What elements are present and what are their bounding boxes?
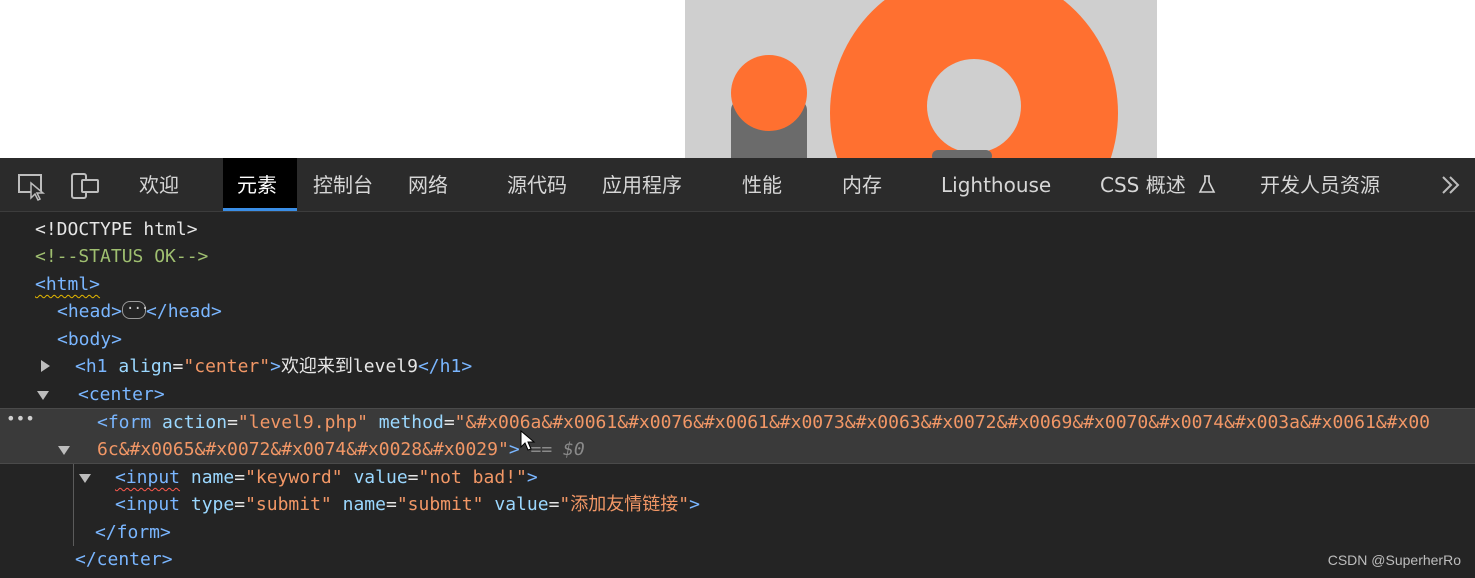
watermark: CSDN @SuperherRo <box>1327 552 1461 568</box>
form-node[interactable]: <form action="level9.php" method="&#x006… <box>97 409 1430 436</box>
form-node-wrap[interactable]: 6c&#x0065&#x0072&#x0074&#x0028&#x0029"> … <box>97 436 585 463</box>
form-eq1: = <box>227 412 238 433</box>
expand-head-icon[interactable] <box>41 360 50 372</box>
collapse-body-icon[interactable] <box>37 391 49 400</box>
input2-name-attr: name <box>342 494 386 515</box>
input1-eq1: = <box>234 467 246 488</box>
h1-eq: = <box>172 356 184 377</box>
form-action-attr: action <box>162 412 228 433</box>
input2-eq3: = <box>548 494 560 515</box>
form-gt: > <box>508 439 520 460</box>
tab-css-overview-label: CSS 概述 <box>1100 173 1186 197</box>
center-close-tag: </center> <box>75 549 173 570</box>
h1-gt: > <box>270 356 281 377</box>
doctype-text: <!DOCTYPE html> <box>35 219 198 240</box>
mouse-cursor-icon <box>520 430 536 451</box>
h1-node[interactable]: <h1 align="center">欢迎来到level9</h1> <box>75 353 472 380</box>
form-eq2: = <box>443 412 455 433</box>
select-element-icon[interactable] <box>17 171 47 201</box>
input2-value-attr: value <box>494 494 549 515</box>
tab-welcome[interactable]: 欢迎 <box>139 158 179 211</box>
devtools-panel: 欢迎 元素 控制台 网络 源代码 应用程序 性能 内存 Lighthouse C… <box>0 158 1475 578</box>
form-close-tag: </form> <box>95 522 171 543</box>
flask-icon <box>1198 175 1216 193</box>
tab-performance[interactable]: 性能 <box>742 158 782 211</box>
center-node[interactable]: <center> <box>78 381 165 408</box>
input1-eq2: = <box>407 467 419 488</box>
input-keyword-node[interactable]: <input name="keyword" value="not bad!"> <box>115 464 538 491</box>
input1-value-value: "not bad!" <box>418 467 527 488</box>
html-tag: <html> <box>35 274 101 295</box>
html-node[interactable]: <html> <box>35 271 100 298</box>
body-node[interactable]: <body> <box>57 326 122 353</box>
form-close-node[interactable]: </form> <box>95 519 171 546</box>
input1-name-value: "keyword" <box>245 467 343 488</box>
head-node[interactable]: <head> </head> <box>57 296 222 325</box>
input1-open: <input <box>115 467 181 488</box>
input1-name-attr: name <box>190 467 235 488</box>
h1-text: 欢迎来到level9 <box>280 356 418 377</box>
elements-tree: ••• <!DOCTYPE html> <!--STATUS OK--> <ht… <box>0 212 1475 578</box>
page-preview <box>0 0 1475 158</box>
input2-eq2: = <box>385 494 397 515</box>
tab-memory[interactable]: 内存 <box>842 158 882 211</box>
comment-node[interactable]: <!--STATUS OK--> <box>35 243 208 270</box>
indent-guide <box>73 464 74 546</box>
input2-value-value: "添加友情链接" <box>559 494 690 515</box>
devtools-toolbar: 欢迎 元素 控制台 网络 源代码 应用程序 性能 内存 Lighthouse C… <box>0 158 1475 212</box>
form-open: <form <box>97 412 152 433</box>
input2-name-value: "submit" <box>396 494 484 515</box>
collapse-form-icon[interactable] <box>79 474 91 483</box>
form-method-attr: method <box>378 412 444 433</box>
body-tag: <body> <box>57 329 123 350</box>
head-close-tag: </head> <box>146 301 222 322</box>
input2-type-attr: type <box>190 494 235 515</box>
input2-eq1: = <box>234 494 246 515</box>
tab-network[interactable]: 网络 <box>408 158 448 211</box>
input2-gt: > <box>689 494 700 515</box>
input1-gt: > <box>526 467 538 488</box>
h1-attr-value: "center" <box>183 356 271 377</box>
tab-application[interactable]: 应用程序 <box>602 158 682 211</box>
chevron-double-right-icon[interactable] <box>1438 172 1464 198</box>
input-submit-node[interactable]: <input type="submit" name="submit" value… <box>115 491 700 518</box>
center-open-tag: <center> <box>78 384 165 405</box>
tab-elements[interactable]: 元素 <box>223 158 297 211</box>
tab-developer-resources[interactable]: 开发人员资源 <box>1260 158 1380 211</box>
center-close-node[interactable]: </center> <box>75 546 173 573</box>
h1-attr-name: align <box>118 356 173 377</box>
h1-open: <h1 <box>75 356 108 377</box>
tab-lighthouse[interactable]: Lighthouse <box>941 158 1051 211</box>
form-method-value-1: "&#x006a&#x0061&#x0076&#x0061&#x0073&#x0… <box>454 412 1430 433</box>
node-actions-icon[interactable]: ••• <box>6 409 35 428</box>
doctype-node[interactable]: <!DOCTYPE html> <box>35 216 198 243</box>
tab-sources[interactable]: 源代码 <box>507 158 567 211</box>
tab-css-overview[interactable]: CSS 概述 <box>1100 158 1216 211</box>
device-emulation-icon[interactable] <box>70 171 100 201</box>
logo-image <box>685 0 1157 158</box>
input2-type-value: "submit" <box>245 494 332 515</box>
collapsed-ellipsis-icon[interactable] <box>122 296 148 323</box>
h1-close: </h1> <box>417 356 473 377</box>
form-action-value: "level9.php" <box>237 412 368 433</box>
collapse-center-icon[interactable] <box>58 446 70 455</box>
logo-graphic <box>685 0 1157 158</box>
form-method-value-2: 6c&#x0065&#x0072&#x0074&#x0028&#x0029" <box>97 439 509 460</box>
console-ref: == $0 <box>530 439 585 460</box>
comment-text: <!--STATUS OK--> <box>35 246 209 267</box>
tab-console[interactable]: 控制台 <box>313 158 373 211</box>
input2-open: <input <box>115 494 181 515</box>
input1-value-attr: value <box>353 467 408 488</box>
head-open-tag: <head> <box>57 301 123 322</box>
